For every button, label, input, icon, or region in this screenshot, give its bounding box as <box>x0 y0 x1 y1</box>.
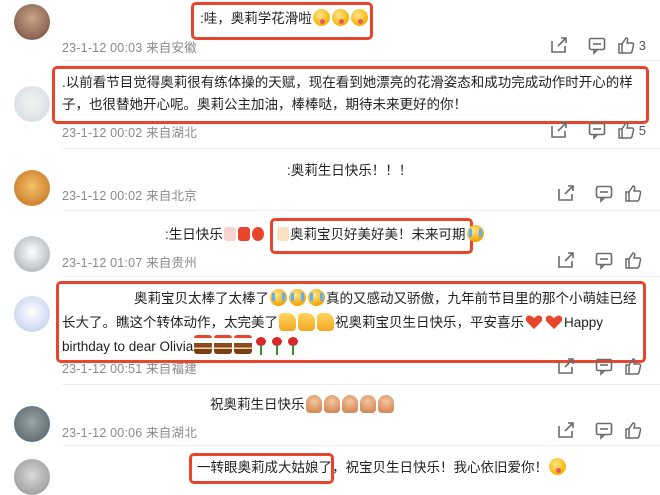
comment-meta: 23-1-12 00:51 来自福建 <box>62 362 197 376</box>
cake-emoji <box>377 395 394 413</box>
comment-actions <box>547 420 646 440</box>
share-icon[interactable] <box>540 35 578 55</box>
comment-icon[interactable] <box>585 183 623 203</box>
comment-item: :奥莉生日快乐！！！ 23-1-12 00:02 来自北京 <box>0 148 660 208</box>
comment-actions <box>547 183 646 203</box>
crying-emoji <box>289 289 306 306</box>
cake-emoji <box>341 395 358 413</box>
comment-item: 奥莉宝贝太棒了太棒了 真的又感动又骄傲，九年前节目里的那个小萌娃已经长大了。瞧这个… <box>0 276 660 386</box>
thumbs-up-icon <box>625 252 642 269</box>
balloon-emoji <box>251 227 264 241</box>
comment-actions <box>547 250 646 270</box>
avatar[interactable] <box>14 86 50 122</box>
thumbs-up-icon <box>625 422 642 439</box>
like-button[interactable] <box>623 420 646 440</box>
thumbs-up-emoji <box>279 313 296 331</box>
comment-text-a: 奥莉宝贝太棒了太棒了 <box>134 291 269 306</box>
comment-item: :生日快乐 奥莉宝贝好美好美！未来可期 23-1-12 01:07 来自贵州 <box>0 210 660 275</box>
cake-emoji <box>214 335 233 354</box>
cake-emoji <box>359 395 376 413</box>
comment-text-body: 祝奥莉生日快乐 <box>210 397 305 412</box>
cake-emoji <box>234 335 253 354</box>
share-icon[interactable] <box>540 120 578 140</box>
share-icon[interactable] <box>547 183 585 203</box>
comment-meta: 23-1-12 00:02 来自北京 <box>62 189 197 203</box>
crying-emoji <box>466 225 484 242</box>
comment-text-body: 奥莉宝贝好美好美！未来可期 <box>290 227 466 242</box>
rose-emoji <box>287 337 299 355</box>
like-button[interactable]: 5 <box>616 120 646 140</box>
cake-emoji <box>323 395 340 413</box>
crying-emoji <box>270 289 287 306</box>
avatar[interactable] <box>14 406 50 442</box>
heart-icon <box>545 315 563 329</box>
comment-text: 奥莉宝贝太棒了太棒了 真的又感动又骄傲，九年前节目里的那个小萌娃已经长大了。瞧这个… <box>62 287 640 359</box>
comment-icon[interactable] <box>585 356 623 376</box>
comment-item: :哇，奥莉学花滑啦 23-1-12 00:03 来自安徽 3 <box>0 0 660 60</box>
cake-emoji <box>194 335 213 354</box>
comment-icon[interactable] <box>578 35 616 55</box>
comment-icon[interactable] <box>585 420 623 440</box>
comment-text-c: 祝奥莉宝贝生日快乐，平安喜乐 <box>335 315 524 330</box>
emoji-icon <box>549 458 566 475</box>
thumbs-up-icon <box>625 185 642 202</box>
comment-text-b: ，祝宝贝生日快乐！我心依旧爱你！ <box>332 460 548 475</box>
comment-icon[interactable] <box>585 250 623 270</box>
avatar[interactable] <box>14 4 50 40</box>
share-icon[interactable] <box>547 356 585 376</box>
like-count: 3 <box>638 37 646 53</box>
thumbs-up-emoji <box>317 313 334 331</box>
emoji-icon <box>350 9 368 26</box>
like-button[interactable] <box>623 250 646 270</box>
comment-text: :哇，奥莉学花滑啦 <box>200 8 369 30</box>
comment-prefix-text: :生日快乐 <box>165 227 223 242</box>
emoji-icon <box>312 9 330 26</box>
comment-text-body: :哇，奥莉学花滑啦 <box>200 11 312 26</box>
avatar[interactable] <box>14 296 50 332</box>
comment-meta: 23-1-12 00:06 来自湖北 <box>62 426 197 440</box>
avatar[interactable] <box>14 459 50 495</box>
avatar[interactable] <box>14 170 50 206</box>
emoji-icon <box>331 9 349 26</box>
like-button[interactable] <box>623 356 646 376</box>
comment-icon[interactable] <box>578 120 616 140</box>
rose-emoji <box>255 337 267 355</box>
comment-meta: 23-1-12 00:03 来自安徽 <box>62 41 197 55</box>
cake-emoji <box>223 227 236 241</box>
rose-emoji <box>271 337 283 355</box>
heart-icon <box>525 315 543 329</box>
comment-text: 奥莉宝贝好美好美！未来可期 <box>276 224 485 246</box>
thumbs-up-emoji <box>298 313 315 331</box>
comment-actions: 3 <box>540 35 646 55</box>
like-button[interactable]: 3 <box>616 35 646 55</box>
thumbs-up-icon <box>618 122 635 139</box>
comment-text-a: 一转眼奥莉成大姑娘了 <box>197 460 332 475</box>
comment-text: 祝奥莉生日快乐 <box>210 394 395 416</box>
comment-text: :奥莉生日快乐！！！ <box>287 163 413 178</box>
comment-prefix: :生日快乐 <box>165 224 265 246</box>
comment-actions: 5 <box>540 120 646 140</box>
avatar[interactable] <box>14 236 50 272</box>
comment-text: 一转眼奥莉成大姑娘了，祝宝贝生日快乐！我心依旧爱你！ <box>197 457 567 479</box>
like-count: 5 <box>638 122 646 138</box>
share-icon[interactable] <box>547 250 585 270</box>
cake-emoji <box>277 227 289 241</box>
comment-actions <box>547 356 646 376</box>
thumbs-up-icon <box>625 358 642 375</box>
comment-meta: 23-1-12 01:07 来自贵州 <box>62 256 197 270</box>
thumbs-up-icon <box>618 37 635 54</box>
comment-item: .以前看节目觉得奥莉很有练体操的天赋，现在看到她漂亮的花滑姿态和成功完成动作时开… <box>0 60 660 150</box>
comment-item: 一转眼奥莉成大姑娘了，祝宝贝生日快乐！我心依旧爱你！ <box>0 445 660 495</box>
like-button[interactable] <box>623 183 646 203</box>
comment-item: 祝奥莉生日快乐 23-1-12 00:06 来自湖北 <box>0 384 660 444</box>
gift-emoji <box>237 227 250 241</box>
cake-emoji <box>305 395 322 413</box>
comment-meta: 23-1-12 00:02 来自湖北 <box>62 126 197 140</box>
comment-text: .以前看节目觉得奥莉很有练体操的天赋，现在看到她漂亮的花滑姿态和成功完成动作时开… <box>62 75 633 112</box>
crying-emoji <box>308 289 325 306</box>
share-icon[interactable] <box>547 420 585 440</box>
